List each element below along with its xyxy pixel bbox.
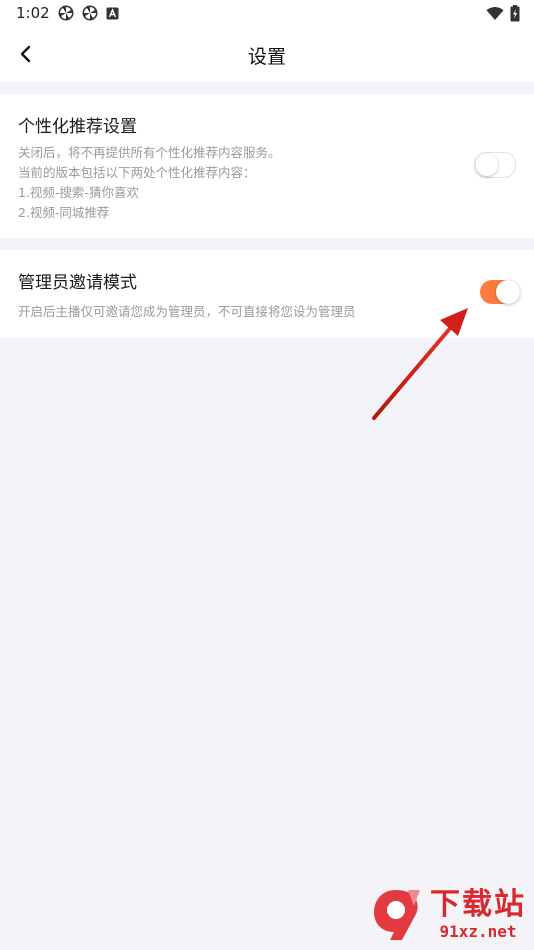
pinwheel-icon: [82, 5, 98, 21]
description-line: 当前的版本包括以下两处个性化推荐内容：: [18, 165, 256, 180]
watermark-sub: 91xz.net: [439, 921, 517, 941]
toggle-knob: [496, 280, 520, 304]
pinwheel-icon: [58, 5, 74, 21]
annotation-arrow-icon: [372, 308, 468, 420]
setting-title: 个性化推荐设置: [18, 117, 137, 137]
status-icons-left: [58, 5, 119, 21]
nav-bar: 设置: [0, 28, 534, 82]
watermark-main: 下载站: [430, 886, 526, 922]
wifi-icon: [486, 6, 504, 20]
description-line: 1.视频-搜索-猜你喜欢: [18, 185, 139, 200]
description-line: 关闭后，将不再提供所有个性化推荐内容服务。: [18, 145, 281, 160]
personalized-recommendation-toggle[interactable]: [474, 152, 516, 178]
setting-description: 开启后主播仅可邀请您成为管理员，不可直接将您设为管理员: [18, 302, 356, 322]
watermark: 下载站 91xz.net: [368, 886, 526, 942]
setting-description: 关闭后，将不再提供所有个性化推荐内容服务。 当前的版本包括以下两处个性化推荐内容…: [18, 143, 281, 223]
toggle-knob: [476, 154, 498, 176]
admin-invite-mode-toggle[interactable]: [480, 280, 520, 304]
battery-charging-icon: [510, 5, 520, 22]
description-line: 2.视频-同城推荐: [18, 205, 110, 220]
page-title: 设置: [247, 46, 286, 68]
watermark-logo-icon: [368, 886, 424, 942]
status-time: 1:02: [16, 4, 50, 22]
setting-title: 管理员邀请模式: [18, 273, 137, 293]
watermark-text: 下载站 91xz.net: [430, 886, 526, 941]
status-icons-right: [486, 5, 520, 22]
description-line: 开启后主播仅可邀请您成为管理员，不可直接将您设为管理员: [18, 304, 356, 319]
setting-personalized-recommendation: 个性化推荐设置 关闭后，将不再提供所有个性化推荐内容服务。 当前的版本包括以下两…: [0, 94, 534, 238]
status-bar: 1:02: [0, 0, 534, 28]
app-badge-icon: [106, 7, 119, 19]
